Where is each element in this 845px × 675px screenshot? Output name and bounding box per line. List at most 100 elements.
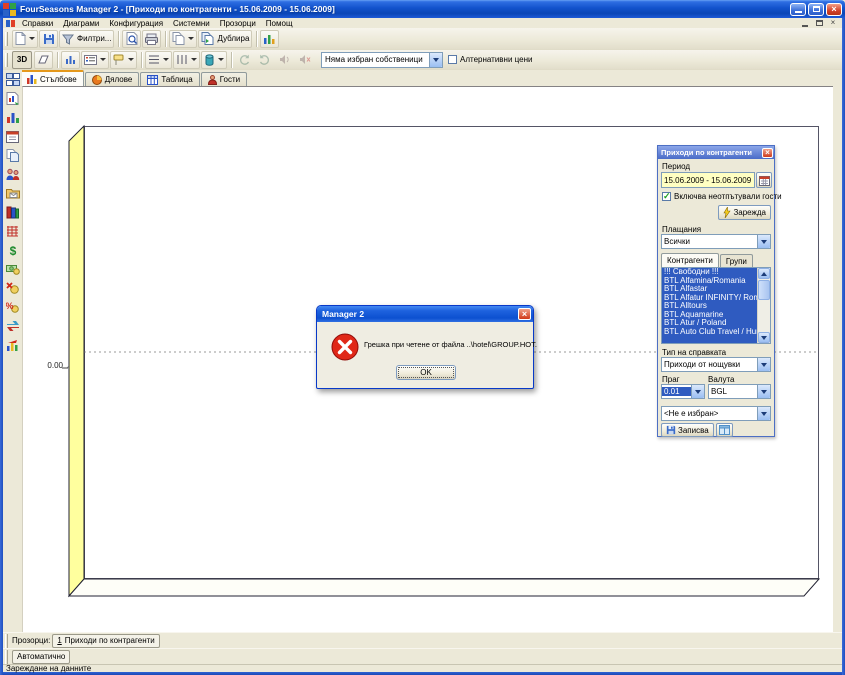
- menu-prozorci[interactable]: Прозорци: [215, 19, 261, 28]
- revenue-chart-button[interactable]: [4, 337, 21, 353]
- guests-list-button[interactable]: [4, 166, 21, 182]
- tile-windows-button[interactable]: [4, 71, 21, 87]
- print-button[interactable]: [142, 30, 161, 48]
- list-item[interactable]: [662, 336, 758, 344]
- toolbar-grip[interactable]: [5, 634, 8, 648]
- toolbar-grip[interactable]: [5, 650, 8, 664]
- report-type-select[interactable]: Приходи от нощувки: [661, 357, 771, 372]
- threshold-select[interactable]: 0.01: [661, 384, 705, 399]
- dropdown-arrow-icon: [191, 58, 197, 61]
- scroll-down-button[interactable]: [758, 332, 770, 343]
- open-window-button[interactable]: 1 Приходи по контрагенти: [52, 634, 159, 648]
- list-item[interactable]: BTL Auto Club Travel / Hunga: [662, 328, 758, 337]
- restore-button[interactable]: [808, 3, 824, 16]
- colored-chart-button[interactable]: [4, 109, 21, 125]
- red-grid-button[interactable]: [4, 223, 21, 239]
- void-payment-button[interactable]: [4, 280, 21, 296]
- marks-button[interactable]: [110, 51, 137, 69]
- mdi-close-button[interactable]: ×: [828, 19, 838, 28]
- tab-groups[interactable]: Групи: [720, 254, 753, 267]
- red-grid-icon: [6, 225, 19, 237]
- combo-dropdown-button[interactable]: [429, 53, 442, 67]
- dollar-button[interactable]: $: [4, 242, 21, 258]
- include-guests-checkbox[interactable]: [662, 192, 671, 201]
- series-style-button[interactable]: [201, 51, 227, 69]
- menu-pomosht[interactable]: Помощ: [261, 19, 298, 28]
- combo-dropdown-button[interactable]: [757, 358, 770, 371]
- dialog-body: Грешка при четене от файла ..\hotel\GROU…: [317, 322, 533, 388]
- combo-dropdown-button[interactable]: [757, 385, 770, 398]
- money-button[interactable]: [4, 261, 21, 277]
- perspective-button[interactable]: [34, 51, 53, 69]
- list-item[interactable]: BTL Alltours: [662, 302, 758, 311]
- list-scrollbar[interactable]: [757, 268, 770, 343]
- menu-sistemni[interactable]: Системни: [168, 19, 215, 28]
- panel-close-button[interactable]: ×: [762, 148, 773, 158]
- save-button[interactable]: [39, 30, 58, 48]
- copy-report-button[interactable]: [4, 147, 21, 163]
- tab-pie[interactable]: Дялове: [85, 72, 140, 86]
- automatic-button[interactable]: Автоматично: [12, 650, 70, 664]
- menu-konfiguracia[interactable]: Конфигурация: [104, 19, 168, 28]
- report-button[interactable]: [4, 90, 21, 106]
- load-button[interactable]: Зарежда: [718, 205, 771, 220]
- owner-template-select[interactable]: <Не е избран>: [661, 406, 771, 421]
- legend-button[interactable]: [81, 51, 109, 69]
- rotate-right-button[interactable]: [255, 51, 274, 69]
- dialog-close-button[interactable]: ×: [518, 308, 531, 320]
- calendar-button[interactable]: [756, 172, 772, 188]
- tab-table[interactable]: Таблица: [140, 72, 199, 86]
- load-button-label: Зарежда: [733, 208, 766, 217]
- contractors-listbox[interactable]: !!! Свободни !!! BTL Alfamina/Romania BT…: [661, 267, 771, 344]
- period-input[interactable]: [661, 172, 755, 188]
- new-report-button[interactable]: [12, 30, 38, 48]
- tab-contractors[interactable]: Контрагенти: [661, 253, 719, 267]
- filters-button[interactable]: Филтри...: [59, 30, 114, 48]
- scroll-up-button[interactable]: [758, 268, 770, 279]
- print-preview-button[interactable]: [122, 30, 141, 48]
- menu-spravki[interactable]: Справки: [17, 19, 58, 28]
- toolbar-grip[interactable]: [5, 53, 8, 67]
- list-item[interactable]: BTL Aquamarine: [662, 311, 758, 320]
- toolbar-grip[interactable]: [5, 32, 8, 46]
- ok-button[interactable]: OK: [396, 365, 456, 380]
- discount-button[interactable]: %: [4, 299, 21, 315]
- menu-diagrami[interactable]: Диаграми: [58, 19, 104, 28]
- vertical-grid-button[interactable]: [173, 51, 200, 69]
- books-button[interactable]: [4, 204, 21, 220]
- threed-toggle-button[interactable]: 3D: [12, 51, 32, 69]
- scrollbar-thumb[interactable]: [758, 280, 770, 300]
- exchange-button[interactable]: [4, 318, 21, 334]
- bar-series-button[interactable]: [61, 51, 80, 69]
- alt-prices-checkbox[interactable]: [448, 55, 457, 64]
- list-item[interactable]: BTL Alfamina/Romania: [662, 277, 758, 286]
- horizontal-grid-button[interactable]: [145, 51, 172, 69]
- report-panel-titlebar: Приходи по контрагенти ×: [658, 146, 774, 159]
- tab-guests[interactable]: Гости: [201, 72, 247, 86]
- combo-dropdown-button[interactable]: [757, 407, 770, 420]
- list-item[interactable]: BTL Alfastar: [662, 285, 758, 294]
- chart-button[interactable]: [260, 30, 279, 48]
- list-item[interactable]: BTL Atur / Poland: [662, 319, 758, 328]
- grid-view-button[interactable]: [716, 423, 733, 437]
- currency-select[interactable]: BGL: [708, 384, 771, 399]
- duplicate-button[interactable]: Дублира: [198, 30, 252, 48]
- mdi-restore-button[interactable]: [814, 19, 824, 28]
- sound-button[interactable]: [275, 51, 294, 69]
- sound-muted-button[interactable]: [295, 51, 314, 69]
- mdi-minimize-button[interactable]: [800, 19, 810, 28]
- close-button[interactable]: ×: [826, 3, 842, 16]
- tab-columns[interactable]: Стълбове: [20, 70, 84, 86]
- calendar-button[interactable]: [4, 128, 21, 144]
- list-item[interactable]: BTL Alfatur INFINITY/ Romani: [662, 294, 758, 303]
- list-item[interactable]: !!! Свободни !!!: [662, 268, 758, 277]
- save-template-button[interactable]: Записва: [661, 423, 714, 437]
- folder-mail-button[interactable]: [4, 185, 21, 201]
- copy-button[interactable]: [169, 30, 197, 48]
- combo-dropdown-button[interactable]: [691, 385, 704, 398]
- owner-select[interactable]: Няма избран собственици: [321, 52, 443, 68]
- payments-select[interactable]: Всички: [661, 234, 771, 249]
- rotate-left-button[interactable]: [235, 51, 254, 69]
- minimize-button[interactable]: [790, 3, 806, 16]
- combo-dropdown-button[interactable]: [757, 235, 770, 248]
